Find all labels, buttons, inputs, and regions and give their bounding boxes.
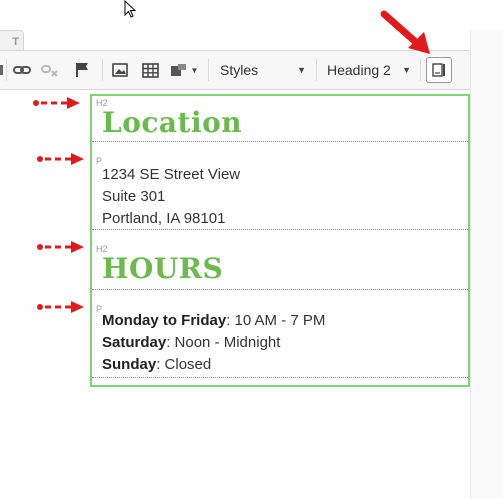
toolbar-separator <box>316 59 317 81</box>
styles-dropdown-label: Styles <box>220 62 259 78</box>
hours-line: Monday to Friday: 10 AM - 7 PM <box>102 312 325 329</box>
hours-day: Saturday <box>102 334 167 351</box>
annotation-arrow-icon <box>37 241 84 253</box>
annotation-arrow-icon <box>37 301 84 313</box>
chevron-down-icon: ▼ <box>297 65 306 75</box>
image-button[interactable] <box>108 51 132 89</box>
block-tag-label: P <box>96 156 103 166</box>
toolbar-separator <box>6 59 7 81</box>
hours-day: Monday to Friday <box>102 312 227 329</box>
chevron-down-icon: ▼ <box>402 65 411 75</box>
right-panel-shade <box>471 30 503 499</box>
hours-day: Sunday <box>102 356 157 373</box>
format-dropdown[interactable]: Heading 2 ▼ <box>327 59 411 81</box>
toolbar-separator <box>208 59 209 81</box>
paragraph-block[interactable]: P 1234 SE Street View Suite 301 Portland… <box>92 154 468 230</box>
location-heading: Location <box>102 106 243 139</box>
heading-block[interactable]: H2 Location <box>92 96 468 142</box>
chevron-down-icon: ▼ <box>190 65 199 75</box>
styles-dropdown[interactable]: Styles ▼ <box>220 59 306 81</box>
right-panel-border <box>470 30 471 499</box>
hours-time: : Closed <box>156 356 212 373</box>
image-icon <box>112 63 128 77</box>
format-dropdown-label: Heading 2 <box>327 62 391 78</box>
editor-tab-label: T <box>12 36 19 48</box>
source-mode-button[interactable] <box>426 57 452 83</box>
hours-time: : Noon - Midnight <box>166 334 281 351</box>
address-line: 1234 SE Street View <box>102 166 241 183</box>
hours-line: Saturday: Noon - Midnight <box>102 334 280 351</box>
editor-tab[interactable]: T <box>0 30 24 52</box>
hours-line: Sunday: Closed <box>102 356 211 373</box>
toolbar-separator <box>420 59 421 81</box>
annotation-arrow-icon <box>33 97 80 109</box>
link-icon <box>13 66 31 74</box>
mouse-cursor-icon <box>124 0 137 18</box>
paragraph-block[interactable]: P Monday to Friday: 10 AM - 7 PM Saturda… <box>92 302 468 378</box>
table-icon <box>141 62 159 78</box>
editor-content-area[interactable]: H2 Location P 1234 SE Street View Suite … <box>90 94 470 387</box>
table-button[interactable] <box>138 51 162 89</box>
toolbar-separator <box>102 59 103 81</box>
unlink-icon <box>41 65 58 77</box>
heading-block[interactable]: H2 HOURS <box>92 242 468 290</box>
address-line: Suite 301 <box>102 188 166 205</box>
annotation-arrow-icon <box>380 10 430 54</box>
source-mode-icon <box>432 63 445 77</box>
anchor-button[interactable] <box>70 51 94 89</box>
hours-heading: HOURS <box>102 252 224 285</box>
layout-dropdown-button[interactable]: ▼ <box>168 51 200 89</box>
link-button[interactable] <box>10 51 34 89</box>
address-line: Portland, IA 98101 <box>102 210 226 227</box>
flag-icon <box>76 63 88 77</box>
annotation-arrow-icon <box>37 153 84 165</box>
hours-time: : 10 AM - 7 PM <box>226 312 326 329</box>
layout-icon <box>170 64 186 76</box>
unlink-button[interactable] <box>38 51 62 89</box>
